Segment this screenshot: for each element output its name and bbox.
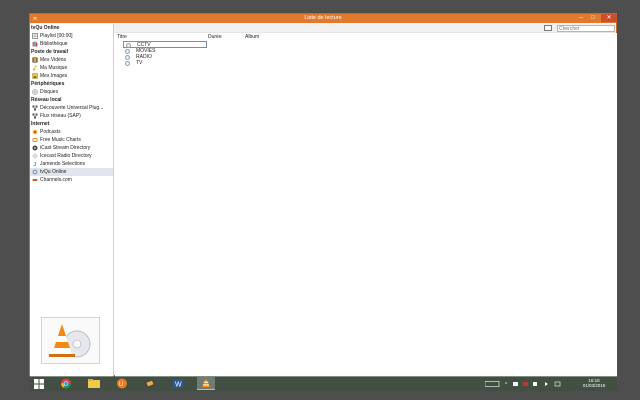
- sidebar-item-label: Channels.com: [40, 177, 72, 183]
- column-title[interactable]: Titre: [117, 34, 127, 40]
- sidebar-item-icecast[interactable]: Icecast Radio Directory: [30, 152, 113, 160]
- sidebar-item-discs[interactable]: Disques: [30, 88, 113, 96]
- disc-icon: [32, 89, 38, 95]
- svg-text:U: U: [119, 382, 123, 388]
- section-title: Réseau local: [31, 97, 62, 103]
- taskbar: U W ^ 16:18 01/03/2016: [29, 376, 617, 391]
- chrome-icon[interactable]: [57, 377, 75, 390]
- folder-disc-icon: [125, 61, 130, 66]
- sidebar-item-label: Bibliothèque: [40, 41, 68, 47]
- svg-text:W: W: [175, 382, 182, 389]
- sidebar-item-label: Découverte Universal Plug...: [40, 105, 104, 111]
- network-icon: [32, 105, 38, 111]
- sidebar-item-playlist[interactable]: Playlist [00:00]: [30, 32, 113, 40]
- sidebar-item-label: Playlist [00:00]: [40, 33, 73, 39]
- tv-online-icon: [32, 169, 38, 175]
- svg-text:J: J: [34, 162, 37, 167]
- media-icon[interactable]: [141, 377, 159, 390]
- radio-icon: [32, 153, 38, 159]
- sidebar: tvQu Online Playlist [00:00] Bibliothèqu…: [30, 24, 114, 377]
- channels-icon: [32, 179, 38, 181]
- folder-disc-icon: [125, 49, 130, 54]
- folder-disc-icon: [125, 55, 130, 60]
- sidebar-item-label: Flux réseau (SAP): [40, 113, 81, 119]
- sidebar-item-label: iCast Stream Directory: [40, 145, 91, 151]
- sidebar-item-label: Icecast Radio Directory: [40, 153, 92, 159]
- sidebar-item-tvqu-online[interactable]: tvQu Online: [30, 168, 113, 176]
- network-icon: [32, 113, 38, 119]
- toolbar: [30, 23, 616, 33]
- vlc-cone-icon: [49, 324, 91, 358]
- sidebar-item-label: Mes Images: [40, 73, 68, 79]
- folder-disc-icon: [126, 43, 131, 48]
- podcast-icon: [32, 129, 38, 135]
- vlc-icon[interactable]: [197, 377, 215, 390]
- sidebar-item-label: Free Music Charts: [40, 137, 81, 143]
- jamendo-icon: J: [34, 162, 37, 167]
- section-title: Internet: [31, 121, 50, 127]
- section-title: Périphériques: [31, 81, 65, 87]
- system-tray-icons[interactable]: ^: [485, 381, 565, 387]
- sidebar-item-videos[interactable]: Mes Vidéos: [30, 56, 113, 64]
- svg-text:^: ^: [505, 382, 508, 387]
- playlist-icon: [32, 33, 38, 39]
- sidebar-item-jamendo[interactable]: J Jamendo Selections: [30, 160, 113, 168]
- sidebar-item-images[interactable]: Mes Images: [30, 72, 113, 80]
- clock-date: 01/03/2016: [582, 383, 606, 388]
- section-title: tvQu Online: [31, 25, 60, 31]
- column-album[interactable]: Album: [245, 34, 259, 40]
- library-icon: [32, 41, 38, 47]
- minimize-button[interactable]: –: [575, 14, 587, 22]
- close-button[interactable]: ✕: [601, 14, 617, 22]
- videos-icon: [32, 57, 38, 63]
- section-title: Poste de travail: [31, 49, 68, 55]
- images-icon: [32, 73, 38, 79]
- sidebar-item-label: Podcasts: [40, 129, 61, 135]
- sidebar-item-library[interactable]: Bibliothèque: [30, 40, 113, 48]
- sidebar-item-sap[interactable]: Flux réseau (SAP): [30, 112, 113, 120]
- window-title: Liste de lecture: [304, 15, 342, 21]
- sidebar-item-upnp[interactable]: Découverte Universal Plug...: [30, 104, 113, 112]
- file-explorer-icon[interactable]: [85, 377, 103, 390]
- vlc-window: Liste de lecture – □ ✕ tvQu Online Playl…: [29, 13, 617, 377]
- sidebar-item-label: Disques: [40, 89, 59, 95]
- stream-icon: [32, 145, 38, 151]
- clock[interactable]: 16:18 01/03/2016: [579, 378, 609, 390]
- sidebar-item-free-music-charts[interactable]: Free Music Charts: [30, 136, 113, 144]
- music-icon: [33, 65, 38, 71]
- sidebar-item-music[interactable]: Ma Musique: [30, 64, 113, 72]
- word-icon[interactable]: W: [169, 377, 187, 390]
- title-bar[interactable]: Liste de lecture – □ ✕: [30, 14, 617, 23]
- maximize-button[interactable]: □: [587, 14, 599, 22]
- column-duration[interactable]: Durée: [208, 34, 222, 40]
- playlist-panel: Titre Durée Album CCTV MOVIES RADIO TV: [115, 33, 617, 377]
- sidebar-item-podcasts[interactable]: Podcasts: [30, 128, 113, 136]
- ucbrowser-icon[interactable]: U: [113, 377, 131, 390]
- sidebar-item-label: tvQu Online: [40, 169, 67, 175]
- music-charts-icon: [32, 138, 38, 142]
- row-title: TV: [136, 60, 143, 66]
- sidebar-item-channels[interactable]: Channels.com: [30, 176, 113, 184]
- album-art: [41, 317, 100, 364]
- sidebar-item-label: Jamendo Selections: [40, 161, 86, 167]
- sidebar-item-label: Mes Vidéos: [40, 57, 67, 63]
- view-toggle-icon[interactable]: [544, 25, 552, 31]
- playlist-row[interactable]: CCTV: [123, 41, 207, 48]
- start-icon[interactable]: [34, 379, 44, 389]
- sidebar-item-icast[interactable]: iCast Stream Directory: [30, 144, 113, 152]
- sidebar-item-label: Ma Musique: [40, 65, 68, 71]
- search-input[interactable]: [557, 25, 615, 32]
